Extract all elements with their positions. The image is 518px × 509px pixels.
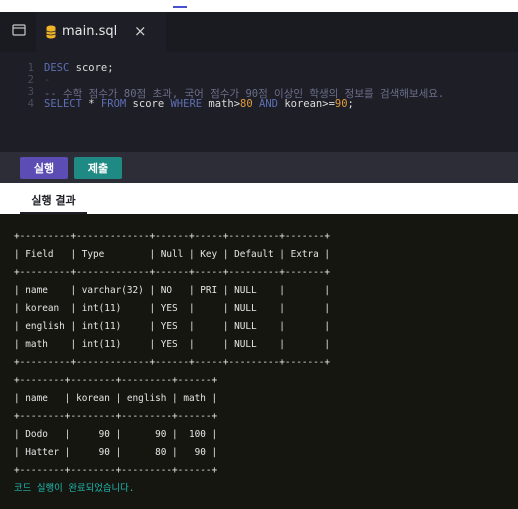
close-icon[interactable]: × bbox=[134, 22, 147, 40]
line-number: 3 bbox=[27, 86, 34, 98]
sql-keyword: SELECT bbox=[44, 98, 82, 110]
sql-number: 80 bbox=[240, 98, 253, 110]
database-icon bbox=[46, 25, 56, 39]
file-explorer-icon[interactable] bbox=[12, 23, 26, 37]
sql-operator: ; bbox=[347, 98, 354, 110]
action-bar: 실행 제출 bbox=[0, 152, 518, 183]
status-message: 코드 실행이 완료되었습니다. bbox=[14, 483, 135, 494]
line-number: 2 bbox=[27, 74, 34, 86]
tab-bar: main.sql × bbox=[0, 12, 518, 52]
sql-identifier: score bbox=[132, 98, 165, 110]
sql-identifier: math> bbox=[208, 98, 241, 110]
run-button[interactable]: 실행 bbox=[20, 157, 68, 179]
sql-operator: * bbox=[88, 98, 95, 110]
line-number: 1 bbox=[27, 62, 34, 74]
sql-identifier: korean>= bbox=[284, 98, 335, 110]
tab-execution-result[interactable]: 실행 결과 bbox=[20, 192, 87, 214]
line-number: 4 bbox=[27, 98, 34, 110]
sql-identifier: score; bbox=[75, 62, 114, 74]
output-text: +---------+-------------+------+-----+--… bbox=[14, 228, 330, 498]
code-line-1: DESC score; bbox=[44, 62, 114, 74]
top-strip bbox=[0, 0, 518, 12]
sql-keyword: WHERE bbox=[170, 98, 203, 110]
code-line-4: SELECT * FROM score WHERE math>80 AND ko… bbox=[44, 98, 354, 110]
tab-main-sql[interactable]: main.sql × bbox=[36, 12, 166, 52]
tab-title: main.sql bbox=[62, 24, 118, 39]
sql-keyword: DESC bbox=[44, 62, 70, 74]
result-header: 실행 결과 bbox=[0, 183, 518, 214]
sql-number: 90 bbox=[334, 98, 348, 110]
result-tables: +---------+-------------+------+-----+--… bbox=[14, 231, 331, 476]
code-line-2: - bbox=[44, 74, 50, 86]
top-indicator bbox=[173, 6, 187, 8]
output-console: +---------+-------------+------+-----+--… bbox=[0, 214, 518, 509]
code-editor[interactable]: 1 2 3 4 DESC score; - -- 수학 점수가 80점 초과, … bbox=[0, 52, 518, 152]
sql-keyword: AND bbox=[259, 98, 278, 110]
sql-blank-line: - bbox=[44, 74, 51, 86]
sql-editor-app: main.sql × 1 2 3 4 DESC score; - -- 수학 점… bbox=[0, 12, 518, 509]
sql-keyword: FROM bbox=[100, 98, 127, 110]
submit-button[interactable]: 제출 bbox=[74, 157, 122, 179]
